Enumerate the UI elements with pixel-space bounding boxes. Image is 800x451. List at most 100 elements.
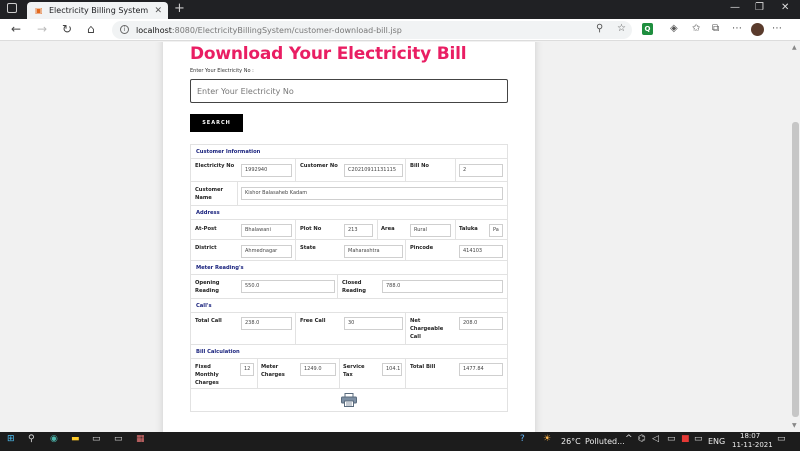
opening-reading-value: 550.0 [241,280,335,293]
bill-calc-heading: Bill Calculation [191,345,507,359]
maximize-icon[interactable]: ❐ [755,2,764,13]
weather-icon[interactable]: ☀ [543,434,551,444]
total-call-label: Total Call [195,318,222,324]
opening-reading-label: Opening Reading [195,280,220,294]
taluka-value: Pa [489,224,503,237]
favorite-add-icon[interactable]: ☆ [617,23,626,34]
forward-icon[interactable]: → [37,22,47,36]
service-tax-value: 104.1 [382,363,402,376]
page-title: Download Your Electricity Bill [190,44,467,64]
tray-chevron-icon[interactable]: ^ [625,434,633,444]
scroll-down-icon[interactable]: ▼ [792,422,797,429]
close-window-icon[interactable]: ✕ [781,2,789,13]
address-bar[interactable]: i localhost:8080/ElectricityBillingSyste… [112,21,632,39]
bill-calc-row: Fixed Monthly Charges 12 Meter Charges 1… [191,359,507,389]
url-host: localhost [136,25,172,35]
app-window-icon[interactable]: ▭ [92,434,101,444]
back-icon[interactable]: ← [11,22,21,36]
green-extension-icon[interactable]: Q [642,23,653,35]
edge-taskbar-icon[interactable]: ◉ [50,434,58,444]
network-icon[interactable]: ⌬ [638,434,646,444]
clock-time[interactable]: 18:07 [740,432,760,440]
minimize-icon[interactable]: — [730,2,740,13]
url-path: :8080/ElectricityBillingSystem/customer-… [171,25,402,35]
printer-icon[interactable] [341,393,357,407]
app-icon[interactable]: ▦ [136,434,145,444]
meter-row: Opening Reading 550.0 Closed Reading 788… [191,275,507,299]
profile-avatar[interactable] [751,23,764,36]
customer-name-row: Customer Name Kishor Balasaheb Kadam [191,182,507,206]
at-post-value: Bhalawani [241,224,292,237]
at-post-label: At-Post [195,226,217,232]
settings-more-icon[interactable]: ⋯ [732,23,742,34]
bill-table: Customer Information Electricity No 1992… [190,144,508,412]
tab-close-icon[interactable]: ✕ [154,6,162,16]
district-label: District [195,245,217,251]
display-icon[interactable]: ▭ [694,434,703,444]
electricity-no-label: Enter Your Electricity No : [190,68,254,74]
bill-no-label: Bill No [410,163,429,169]
meter-charges-label: Meter Charges [261,364,285,378]
taluka-label: Taluka [459,226,478,232]
collections-icon[interactable]: ⧉ [712,23,719,34]
tab-title: Electricity Billing System [49,6,149,15]
windows-taskbar: ⊞ ⚲ ◉ ▬ ▭ ▭ ▦ ? ☀ 26°C Polluted... ^ ⌬ ◁… [0,432,800,451]
weather-temp: 26°C [561,437,581,446]
address-heading: Address [191,206,507,220]
window-menu-icon[interactable] [7,3,17,13]
scroll-up-icon[interactable]: ▲ [792,44,797,51]
total-bill-value: 1477.84 [459,363,503,376]
pincode-label: Pincode [410,245,434,251]
search-icon[interactable]: ⚲ [28,434,35,444]
start-icon[interactable]: ⊞ [7,434,15,444]
terminal-icon[interactable]: ▭ [114,434,123,444]
language-indicator[interactable]: ENG [708,437,725,446]
customer-name-value: Kishor Balasaheb Kadam [241,187,503,200]
calls-heading: Call's [191,299,507,313]
weather-status: Polluted... [585,437,625,446]
help-icon[interactable]: ? [520,434,525,444]
browser-menu-icon[interactable]: ⋯ [772,23,782,34]
plot-no-label: Plot No [300,226,322,232]
volume-icon[interactable]: ◁ [652,434,659,444]
electricity-no-search-input[interactable] [190,79,508,103]
customer-no-value: C20210911131115 [344,164,403,177]
plot-no-value: 213 [344,224,373,237]
clock-date[interactable]: 11-11-2021 [732,441,773,449]
home-icon[interactable]: ⌂ [87,22,95,36]
page-scrollbar[interactable]: ▲ ▼ [791,42,800,432]
net-chargeable-call-label: Net Chargeable Call [410,318,444,340]
free-call-label: Free Call [300,318,326,324]
favorites-icon[interactable]: ✩ [692,23,700,34]
closed-reading-label: Closed Reading [342,280,366,294]
browser-tab-bar: ▣ Electricity Billing System ✕ + — ❐ ✕ [0,0,800,19]
browser-toolbar: ← → ↻ ⌂ i localhost:8080/ElectricityBill… [0,19,800,41]
net-chargeable-call-value: 208.0 [459,317,503,330]
fixed-charges-label: Fixed Monthly Charges [195,364,219,386]
fixed-charges-value: 12 [240,363,254,376]
reload-icon[interactable]: ↻ [62,22,72,36]
browser-tab[interactable]: ▣ Electricity Billing System ✕ [27,2,168,19]
search-button[interactable]: SEARCH [190,114,243,132]
closed-reading-value: 788.0 [382,280,503,293]
total-bill-label: Total Bill [410,364,436,370]
free-call-value: 30 [344,317,403,330]
battery-icon[interactable]: ▭ [667,434,676,444]
site-info-icon[interactable]: i [120,25,129,34]
file-explorer-icon[interactable]: ▬ [71,434,80,444]
area-value: Rural [410,224,451,237]
calls-row: Total Call 238.0 Free Call 30 Net Charge… [191,313,507,345]
address-row-2: District Ahmednagar State Maharashtra Pi… [191,240,507,261]
page-favicon-icon: ▣ [35,5,43,15]
notifications-icon[interactable]: ▭ [777,434,786,444]
customer-info-row: Electricity No 1992940 Customer No C2021… [191,159,507,182]
new-tab-icon[interactable]: + [174,1,185,16]
tray-app-icon[interactable]: ■ [681,434,690,444]
zoom-icon[interactable]: ⚲ [596,23,603,34]
extension-icon[interactable]: ◈ [670,23,678,34]
print-row [191,389,507,411]
customer-no-label: Customer No [300,163,338,169]
scroll-thumb[interactable] [792,122,799,417]
address-row-1: At-Post Bhalawani Plot No 213 Area Rural… [191,220,507,240]
state-label: State [300,245,316,251]
